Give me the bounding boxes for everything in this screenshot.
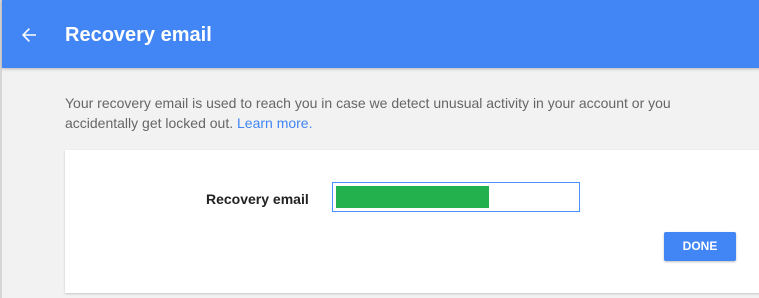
recovery-email-card: Recovery email DONE [65,150,759,293]
back-button[interactable] [16,22,42,48]
recovery-email-input[interactable] [332,182,580,212]
learn-more-link[interactable]: Learn more. [237,115,312,131]
arrow-left-icon [22,28,36,42]
done-button[interactable]: DONE [664,232,736,261]
app-header: Recovery email [2,0,759,68]
redaction-block [336,186,489,208]
description-body: Your recovery email is used to reach you… [65,95,671,131]
description-text: Your recovery email is used to reach you… [65,93,745,133]
recovery-email-label: Recovery email [206,191,309,207]
settings-page: Recovery email Your recovery email is us… [0,0,759,298]
page-title: Recovery email [65,24,212,46]
